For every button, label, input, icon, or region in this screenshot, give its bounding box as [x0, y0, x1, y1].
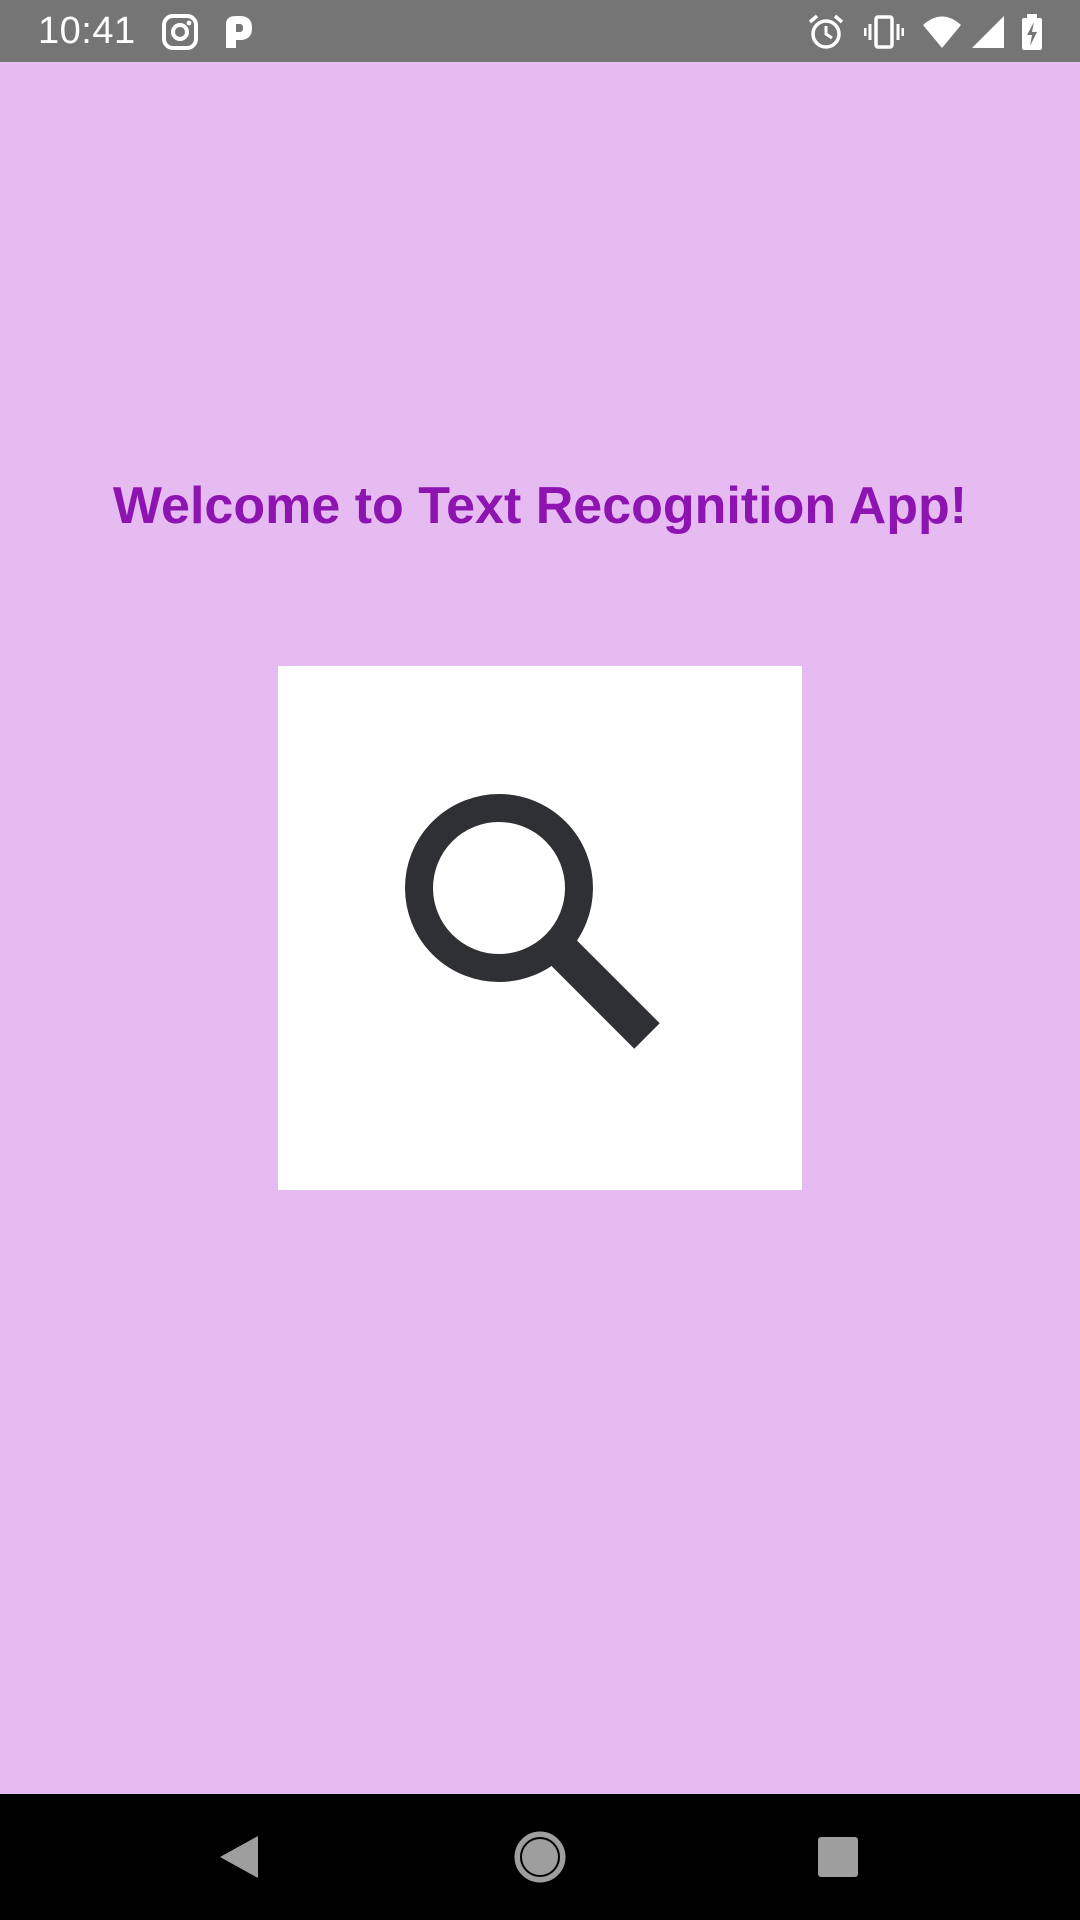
- navigation-bar: [0, 1794, 1080, 1920]
- signal-icon: [968, 12, 1008, 52]
- back-button[interactable]: [206, 1824, 272, 1890]
- app-screen: 10:41 Welcome to Text Recognition App!: [0, 0, 1080, 1920]
- search-icon: [405, 794, 661, 1050]
- recents-icon: [805, 1824, 871, 1890]
- recents-button[interactable]: [805, 1824, 871, 1890]
- status-time: 10:41: [38, 10, 136, 52]
- battery-charging-icon: [1012, 12, 1052, 52]
- p-app-icon: [218, 12, 258, 52]
- alarm-icon: [806, 12, 846, 52]
- vibrate-icon: [864, 12, 904, 52]
- status-bar: 10:41: [0, 0, 1080, 62]
- search-button[interactable]: [278, 666, 802, 1190]
- instagram-icon: [160, 12, 200, 52]
- wifi-icon: [922, 12, 962, 52]
- home-icon: [507, 1824, 573, 1890]
- welcome-title: Welcome to Text Recognition App!: [112, 477, 968, 535]
- back-icon: [206, 1824, 272, 1890]
- home-button[interactable]: [507, 1824, 573, 1890]
